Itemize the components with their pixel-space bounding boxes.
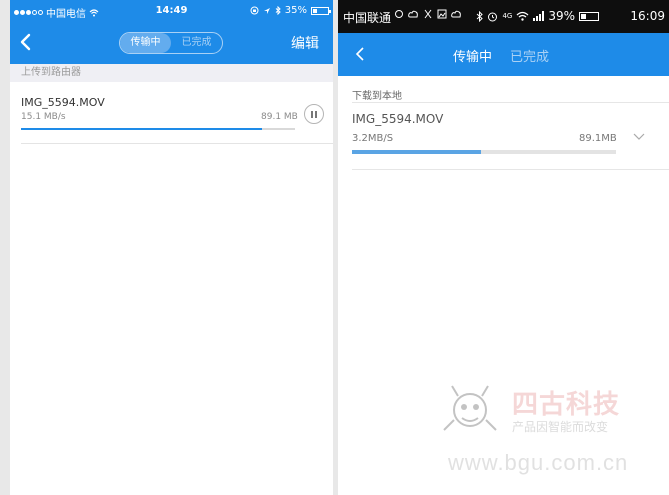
status-time: 16:09: [630, 9, 665, 23]
chat-bubble-icon: [395, 10, 403, 18]
notification-icons: [394, 9, 462, 19]
alarm-icon: [488, 12, 498, 21]
section-title: 下载到本地: [352, 91, 402, 102]
progress-bar: [21, 128, 295, 130]
android-nav-bar: 传输中 已完成: [338, 33, 669, 76]
battery-icon: [579, 11, 599, 21]
android-status-bar: 中国联通 4G 39% 16:09: [338, 0, 669, 33]
chevron-left-icon[interactable]: [352, 45, 370, 63]
file-size: 89.1MB: [579, 133, 617, 144]
progress-bar: [352, 150, 616, 154]
carrier-label: 中国联通: [343, 11, 392, 25]
cloud-outline-icon: [451, 10, 461, 18]
chevron-left-icon[interactable]: [16, 32, 36, 52]
transfer-tabs: 传输中 已完成: [119, 32, 223, 54]
bluetooth-icon: [477, 10, 484, 22]
watermark: 四古科技 产品因智能而改变 www.bgu.com.cn: [440, 380, 640, 490]
mascot-logo-icon: [443, 385, 497, 431]
ios-nav-bar: 传输中 已完成 编辑: [10, 20, 333, 64]
tab-transferring[interactable]: 传输中: [120, 33, 171, 53]
network-type: 4G: [502, 12, 513, 20]
tab-completed[interactable]: 已完成: [171, 33, 222, 53]
ios-status-bar: 中国电信 14:49 35%: [10, 0, 333, 20]
scissors-icon: [424, 9, 432, 19]
battery-icon: [311, 6, 331, 15]
file-name: IMG_5594.MOV: [21, 96, 105, 109]
section-divider: [352, 102, 669, 103]
transfer-item[interactable]: IMG_5594.MOV 15.1 MB/s 89.1 MB: [10, 82, 333, 144]
tab-completed[interactable]: 已完成: [510, 46, 549, 65]
watermark-url: www.bgu.com.cn: [448, 450, 629, 475]
row-divider: [21, 143, 333, 144]
transfer-speed: 15.1 MB/s: [21, 112, 66, 122]
progress-fill: [352, 150, 482, 154]
watermark-tagline: 产品因智能而改变: [512, 420, 609, 434]
bluetooth-icon: [275, 6, 281, 15]
watermark-brand: 四古科技: [512, 390, 621, 420]
system-icons: 4G 39%: [476, 9, 599, 23]
file-size: 89.1 MB: [261, 112, 298, 122]
signal-icon: [533, 11, 545, 21]
row-divider: [352, 169, 669, 170]
lock-rotation-icon: [250, 6, 259, 15]
tab-transferring[interactable]: 传输中: [453, 46, 492, 65]
section-title: 上传到路由器: [10, 64, 333, 82]
ios-screen: 中国电信 14:49 35% 传输中 已完成 编辑 上传到路由器 IMG_559…: [10, 0, 333, 495]
location-arrow-icon: [263, 7, 270, 14]
battery-percent: 35%: [284, 5, 307, 16]
file-name: IMG_5594.MOV: [352, 112, 444, 126]
image-icon: [437, 9, 447, 19]
progress-fill: [21, 128, 263, 130]
chevron-down-icon[interactable]: [633, 130, 645, 142]
battery-percent: 39%: [548, 9, 575, 23]
edit-button[interactable]: 编辑: [291, 33, 319, 53]
transfer-speed: 3.2MB/S: [352, 133, 394, 144]
status-right: 35%: [250, 5, 331, 16]
cloud-icon: [408, 10, 418, 18]
wifi-icon: [516, 11, 529, 21]
pause-icon[interactable]: [304, 104, 324, 124]
